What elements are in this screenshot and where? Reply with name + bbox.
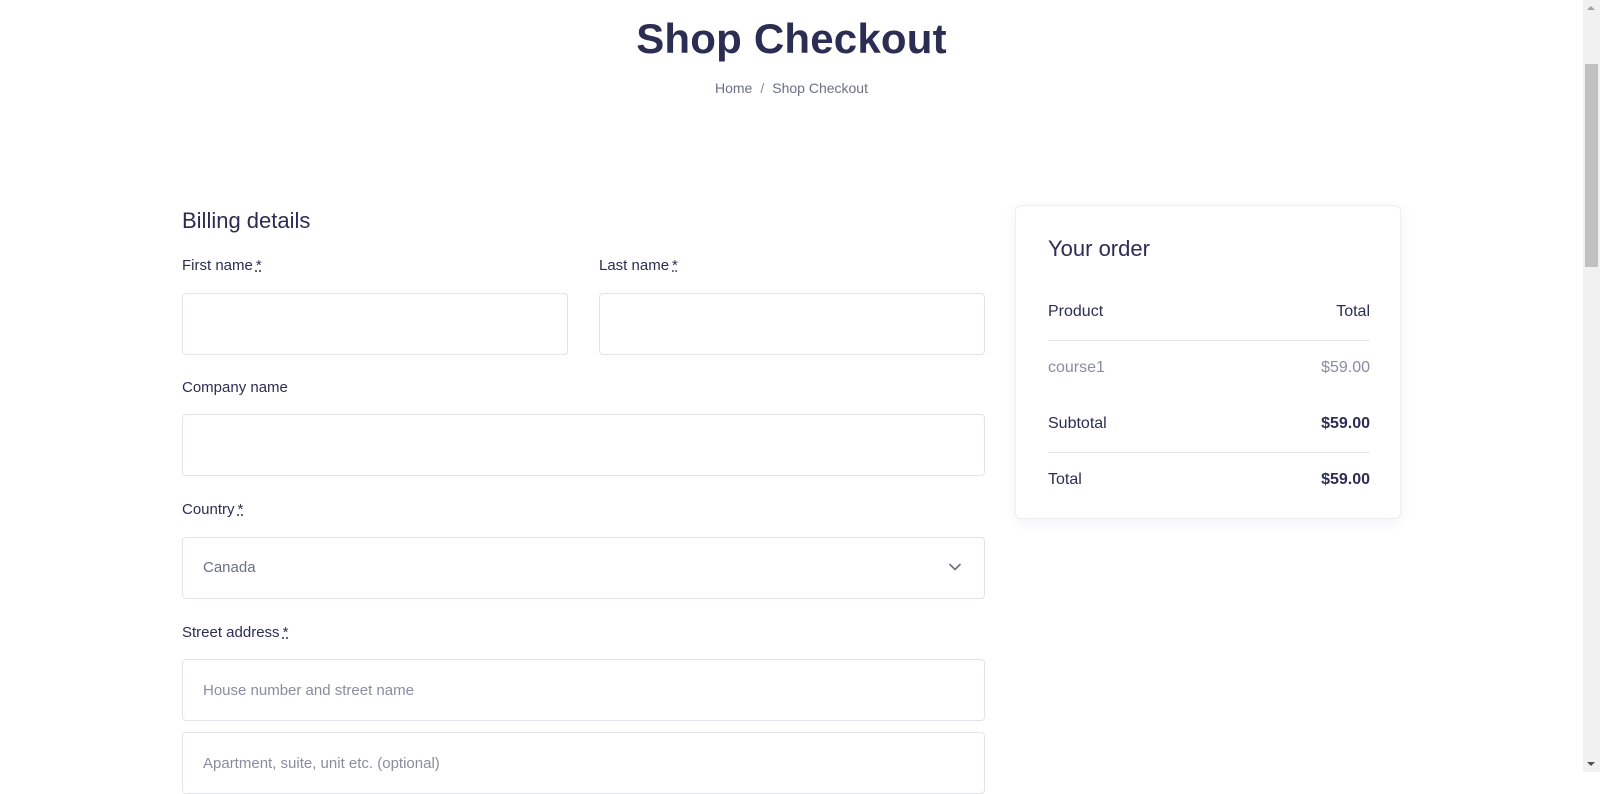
order-item-row: course1 $59.00 — [1048, 356, 1370, 380]
company-name-input[interactable] — [182, 414, 985, 476]
total-value: $59.00 — [1321, 471, 1370, 488]
required-marker: * — [282, 624, 289, 641]
order-item-price: $59.00 — [1321, 359, 1370, 376]
required-marker: * — [255, 257, 262, 274]
billing-details-heading: Billing details — [182, 208, 311, 233]
street-address-label: Street address * — [182, 623, 288, 643]
subtotal-value: $59.00 — [1321, 415, 1370, 432]
order-item-name: course1 — [1048, 359, 1105, 376]
last-name-input[interactable] — [599, 293, 985, 355]
first-name-label-text: First name — [182, 257, 253, 274]
scrollbar-thumb[interactable] — [1585, 64, 1598, 267]
divider — [1048, 340, 1370, 341]
company-name-label: Company name — [182, 379, 288, 396]
country-selected-value: Canada — [203, 559, 256, 576]
scroll-up-arrow-icon[interactable] — [1587, 6, 1595, 10]
breadcrumb-current: Shop Checkout — [772, 80, 868, 96]
last-name-label-text: Last name — [599, 257, 670, 274]
country-select[interactable]: Canada — [182, 537, 985, 599]
breadcrumb: Home / Shop Checkout — [0, 78, 1583, 98]
breadcrumb-home-link[interactable]: Home — [715, 80, 752, 96]
order-summary-heading: Your order — [1048, 236, 1150, 261]
chevron-down-icon — [949, 563, 961, 571]
scroll-down-arrow-icon[interactable] — [1587, 762, 1595, 766]
vertical-scrollbar[interactable] — [1583, 0, 1600, 772]
required-marker: * — [237, 501, 244, 518]
total-column-header: Total — [1336, 303, 1370, 320]
country-label-text: Country — [182, 501, 235, 518]
street-address-line2-input[interactable] — [182, 732, 985, 794]
first-name-input[interactable] — [182, 293, 568, 355]
total-label: Total — [1048, 471, 1082, 488]
order-summary: Your order Product Total course1 $59.00 … — [1015, 205, 1401, 519]
street-address-line1-input[interactable] — [182, 659, 985, 721]
country-label: Country * — [182, 500, 243, 520]
divider — [1048, 452, 1370, 453]
total-row: Total $59.00 — [1048, 468, 1370, 492]
street-address-label-text: Street address — [182, 624, 280, 641]
required-marker: * — [672, 257, 678, 274]
subtotal-row: Subtotal $59.00 — [1048, 412, 1370, 436]
order-table-header: Product Total — [1048, 300, 1370, 324]
breadcrumb-separator: / — [760, 80, 765, 96]
page-title: Shop Checkout — [636, 15, 947, 62]
last-name-label: Last name * — [599, 256, 678, 276]
first-name-label: First name * — [182, 256, 262, 276]
product-column-header: Product — [1048, 303, 1104, 320]
subtotal-label: Subtotal — [1048, 415, 1107, 432]
